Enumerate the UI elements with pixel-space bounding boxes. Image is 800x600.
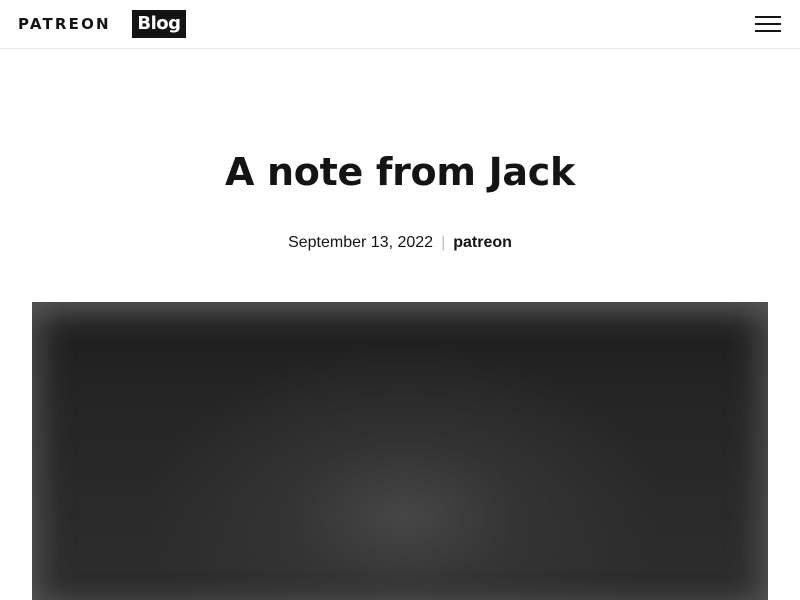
- site-header: PATREON Blog: [0, 0, 800, 49]
- menu-line: [755, 23, 781, 25]
- post-title: A note from Jack: [225, 150, 575, 194]
- meta-separator: |: [441, 234, 446, 251]
- post-author-link[interactable]: patreon: [453, 234, 512, 251]
- patreon-logo-link[interactable]: PATREON: [18, 14, 111, 34]
- post-meta: September 13, 2022 | patreon: [0, 232, 800, 254]
- menu-line: [755, 30, 781, 32]
- menu-line: [755, 16, 781, 18]
- post-date: September 13, 2022: [288, 234, 434, 251]
- hamburger-menu-icon[interactable]: [754, 12, 782, 36]
- blog-badge-link[interactable]: Blog: [132, 10, 186, 38]
- hero-image-vignette: [32, 302, 768, 600]
- hero-image: [32, 302, 768, 600]
